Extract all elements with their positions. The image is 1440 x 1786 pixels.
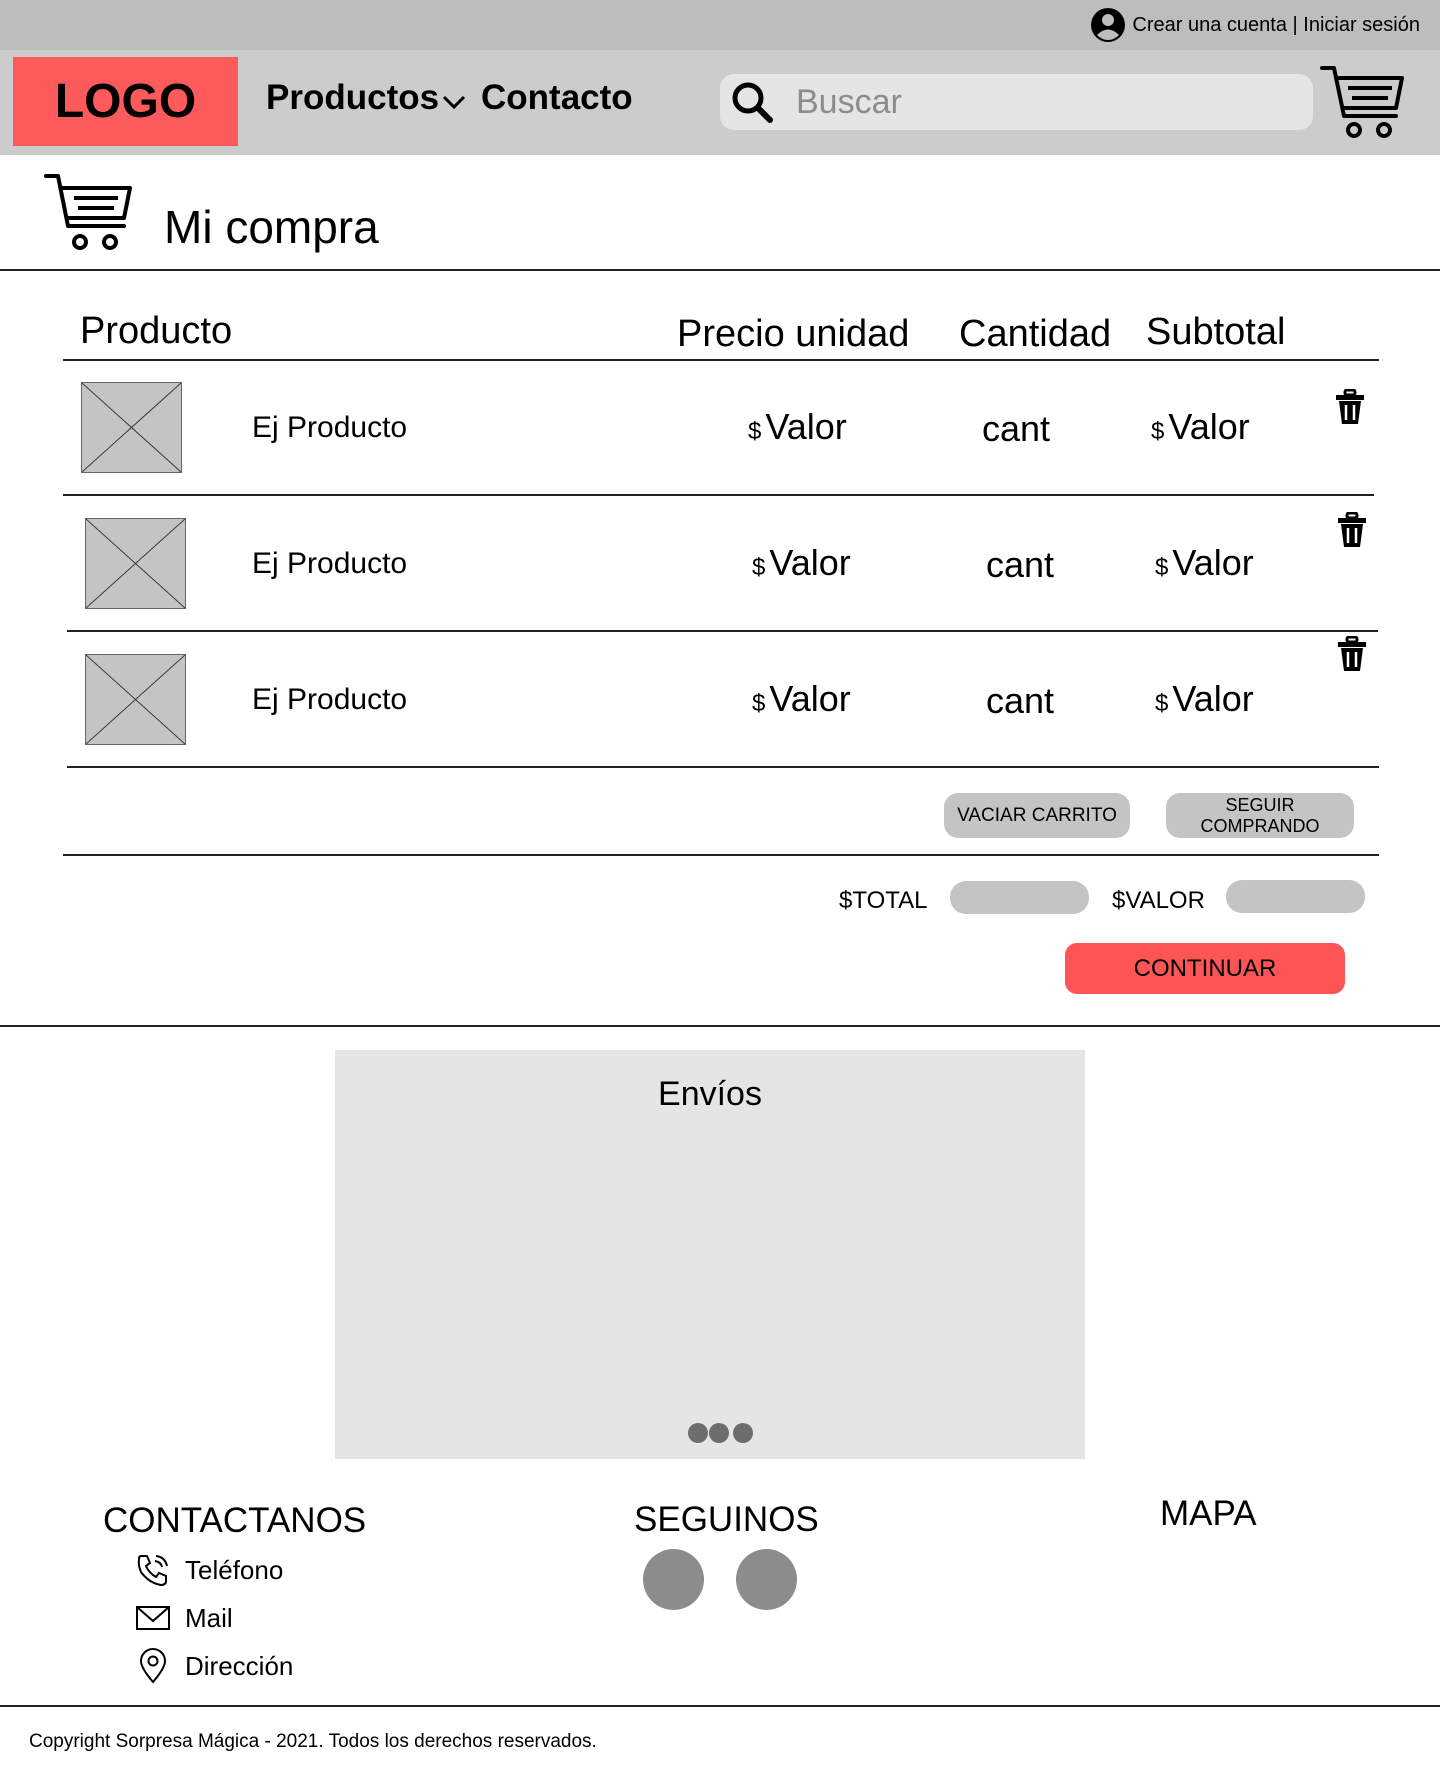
subtotal-value: Valor — [1172, 678, 1254, 719]
contact-mail-label[interactable]: Mail — [185, 1603, 233, 1634]
product-name: Ej Producto — [252, 411, 408, 444]
social-link[interactable] — [643, 1549, 704, 1610]
total-field — [950, 881, 1089, 914]
social-title: SEGUINOS — [634, 1500, 819, 1539]
contact-title: CONTACTANOS — [103, 1501, 367, 1540]
unit-price: $ Valor — [748, 406, 847, 448]
currency-symbol: $ — [1151, 418, 1165, 445]
phone-icon — [137, 1555, 168, 1587]
quantity[interactable]: cant — [986, 680, 1054, 722]
empty-cart-button[interactable]: VACIAR CARRITO — [944, 793, 1130, 838]
contact-address-label[interactable]: Dirección — [185, 1651, 293, 1682]
chevron-down-icon[interactable] — [441, 89, 467, 115]
total-label: $TOTAL — [839, 887, 928, 914]
cart-icon[interactable] — [1320, 64, 1406, 142]
subtotal-value: Valor — [1168, 406, 1250, 447]
unit-price-value: Valor — [769, 678, 851, 719]
subtotal: $ Valor — [1151, 406, 1250, 448]
title-divider — [0, 269, 1440, 271]
contact-phone-label[interactable]: Teléfono — [185, 1555, 283, 1586]
search-bar[interactable] — [720, 74, 1313, 130]
table-row — [85, 518, 186, 614]
value-label: $VALOR — [1112, 887, 1205, 914]
actions-divider — [63, 854, 1379, 856]
account-links-text[interactable]: Crear una cuenta | Iniciar sesión — [1132, 14, 1420, 37]
keep-shopping-button[interactable]: SEGUIR COMPRANDO — [1166, 793, 1354, 838]
header-subtotal: Subtotal — [1146, 311, 1286, 353]
contact-phone[interactable]: Teléfono — [135, 1552, 283, 1588]
location-pin-icon — [139, 1648, 167, 1684]
unit-price: $ Valor — [752, 678, 851, 720]
trash-icon[interactable] — [1337, 636, 1367, 672]
currency-symbol: $ — [752, 554, 766, 581]
currency-symbol: $ — [752, 690, 766, 717]
section-divider — [0, 1025, 1440, 1027]
subtotal: $ Valor — [1155, 678, 1254, 720]
product-image-placeholder — [85, 654, 186, 745]
social-link[interactable] — [736, 1549, 797, 1610]
nav-products[interactable]: Productos — [266, 78, 467, 118]
currency-symbol: $ — [1155, 690, 1169, 717]
search-input[interactable] — [796, 82, 1276, 122]
product-name: Ej Producto — [252, 547, 408, 580]
quantity[interactable]: cant — [986, 544, 1054, 586]
contact-address[interactable]: Dirección — [135, 1648, 293, 1684]
carousel-dot[interactable] — [709, 1423, 729, 1443]
row-divider — [67, 630, 1378, 632]
unit-price-value: Valor — [769, 542, 851, 583]
product-image-placeholder — [81, 382, 182, 473]
copyright: Copyright Sorpresa Mágica - 2021. Todos … — [29, 1731, 597, 1752]
map-title: MAPA — [1160, 1494, 1257, 1533]
row-divider — [67, 766, 1379, 768]
table-header-divider — [63, 359, 1379, 361]
product-image-placeholder — [85, 518, 186, 609]
table-row — [81, 382, 182, 478]
page-title: Mi compra — [164, 201, 379, 253]
account-links[interactable]: Crear una cuenta | Iniciar sesión — [1090, 8, 1420, 42]
currency-symbol: $ — [1155, 554, 1169, 581]
carousel-dot[interactable] — [733, 1423, 753, 1443]
nav-contact[interactable]: Contacto — [481, 78, 633, 118]
carousel-dot[interactable] — [688, 1423, 708, 1443]
trash-icon[interactable] — [1335, 389, 1365, 425]
user-icon — [1091, 8, 1126, 42]
search-icon[interactable] — [730, 80, 774, 124]
value-field — [1226, 880, 1365, 913]
trash-icon[interactable] — [1337, 512, 1367, 548]
subtotal-value: Valor — [1172, 542, 1254, 583]
unit-price: $ Valor — [752, 542, 851, 584]
subtotal: $ Valor — [1155, 542, 1254, 584]
quantity[interactable]: cant — [982, 408, 1050, 450]
header-quantity: Cantidad — [959, 313, 1112, 355]
mail-icon — [136, 1606, 170, 1630]
footer-divider — [0, 1705, 1440, 1707]
unit-price-value: Valor — [765, 406, 847, 447]
currency-symbol: $ — [748, 418, 762, 445]
header-unit-price: Precio unidad — [677, 313, 910, 355]
carousel-title: Envíos — [658, 1075, 762, 1113]
contact-mail[interactable]: Mail — [135, 1600, 233, 1636]
logo[interactable]: LOGO — [13, 57, 238, 146]
table-row — [85, 654, 186, 750]
product-name: Ej Producto — [252, 683, 408, 716]
header-product: Producto — [80, 310, 233, 352]
cart-icon — [44, 174, 132, 250]
continue-button[interactable]: CONTINUAR — [1065, 943, 1345, 994]
nav-products-label[interactable]: Productos — [266, 78, 439, 118]
row-divider — [63, 494, 1374, 496]
